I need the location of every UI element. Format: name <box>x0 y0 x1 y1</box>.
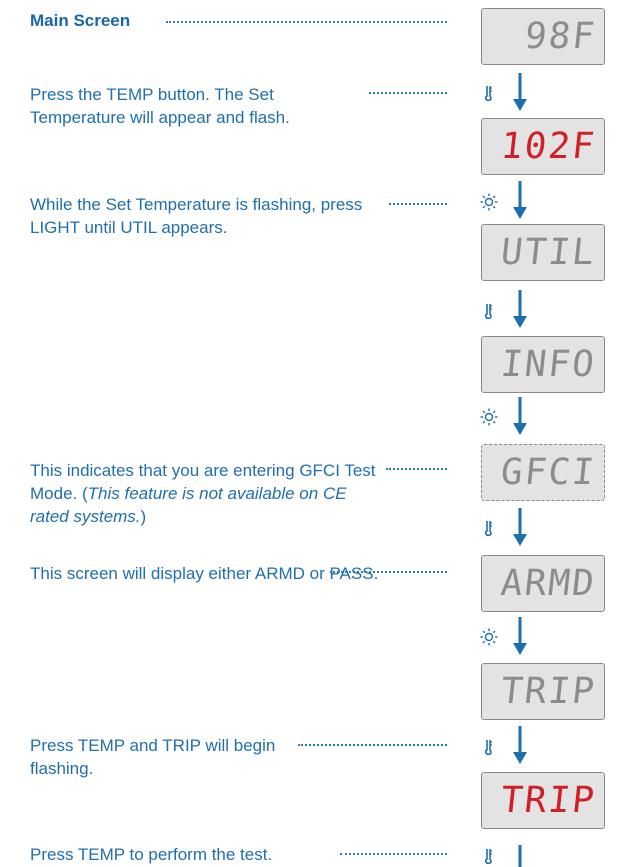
step-perform-test: Press TEMP to perform the test. <box>30 845 273 864</box>
step-armd-pass: This screen will display either ARMD or … <box>30 564 379 583</box>
down-arrow-icon <box>513 290 527 328</box>
down-arrow-icon <box>518 845 522 867</box>
thermometer-icon <box>484 304 492 320</box>
thermometer-icon <box>484 521 492 537</box>
down-arrow-icon <box>513 508 527 546</box>
step-press-light: While the Set Temperature is flashing, p… <box>30 195 363 237</box>
leader-dots <box>386 468 447 470</box>
step-press-temp: Press the TEMP button. The Set Temperatu… <box>30 85 290 127</box>
thermometer-icon <box>484 86 492 102</box>
down-arrow-icon <box>513 617 527 655</box>
lcd-display-trip-flashing: TRIP <box>481 772 605 829</box>
step-gfci-test-mode: This indicates that you are entering GFC… <box>30 461 376 526</box>
thermometer-icon <box>484 849 492 865</box>
lcd-display-util: UTIL <box>481 224 605 281</box>
light-icon <box>480 408 498 426</box>
lcd-display-gfci: GFCI <box>481 444 605 501</box>
main-screen-title: Main Screen <box>30 11 131 30</box>
down-arrow-icon <box>513 181 527 219</box>
down-arrow-icon <box>513 397 527 435</box>
lcd-display-set-temp: 102F <box>481 118 605 175</box>
light-icon <box>480 193 498 211</box>
down-arrow-icon <box>513 73 527 111</box>
light-icon <box>480 628 498 646</box>
lcd-display-info: INFO <box>481 336 605 393</box>
step-trip-flashing: Press TEMP and TRIP will begin flashing. <box>30 736 276 778</box>
lcd-display-main: 98F <box>481 8 605 65</box>
thermometer-icon <box>484 740 492 756</box>
leader-dots <box>340 853 447 855</box>
leader-dots <box>298 744 447 746</box>
lcd-display-trip: TRIP <box>481 663 605 720</box>
leader-dots <box>369 92 447 94</box>
leader-dots <box>389 203 447 205</box>
lcd-display-armd: ARMD <box>481 555 605 612</box>
leader-dots <box>330 571 447 573</box>
down-arrow-icon <box>513 726 527 764</box>
leader-dots <box>166 21 447 23</box>
